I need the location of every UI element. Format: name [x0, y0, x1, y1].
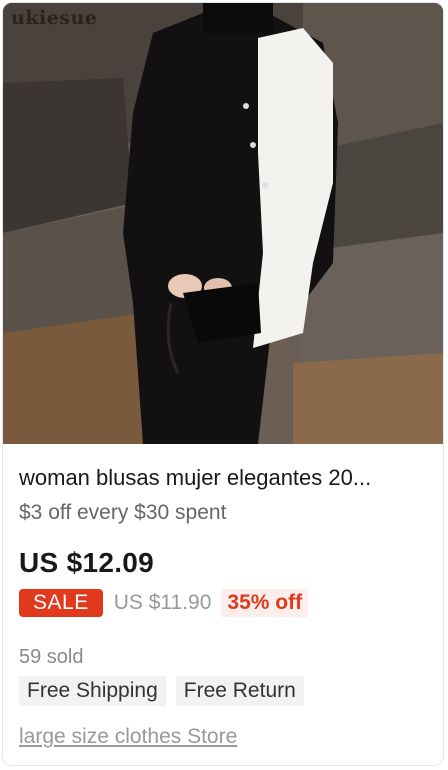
product-image[interactable]: ukiesue [3, 3, 443, 444]
store-link[interactable]: large size clothes Store [19, 724, 427, 750]
product-title[interactable]: woman blusas mujer elegantes 20... [19, 465, 419, 491]
sale-badge: SALE [19, 589, 103, 617]
price-row: SALE US $11.90 35% off [19, 588, 427, 618]
product-info: woman blusas mujer elegantes 20... $3 of… [19, 444, 427, 750]
sold-count: 59 sold [19, 646, 84, 668]
promo-text: $3 off every $30 spent [19, 501, 227, 524]
original-price: US $11.90 [113, 591, 212, 614]
tag-free-shipping: Free Shipping [19, 676, 166, 706]
current-price: US $12.09 [19, 547, 155, 578]
image-watermark: ukiesue [11, 7, 98, 29]
product-card[interactable]: ukiesue woman blusas mujer elegantes 20.… [2, 2, 444, 766]
tag-free-return: Free Return [175, 676, 304, 706]
tag-list: Free Shipping Free Return [19, 676, 427, 706]
discount-badge: 35% off [221, 589, 309, 617]
product-photo [3, 3, 443, 444]
